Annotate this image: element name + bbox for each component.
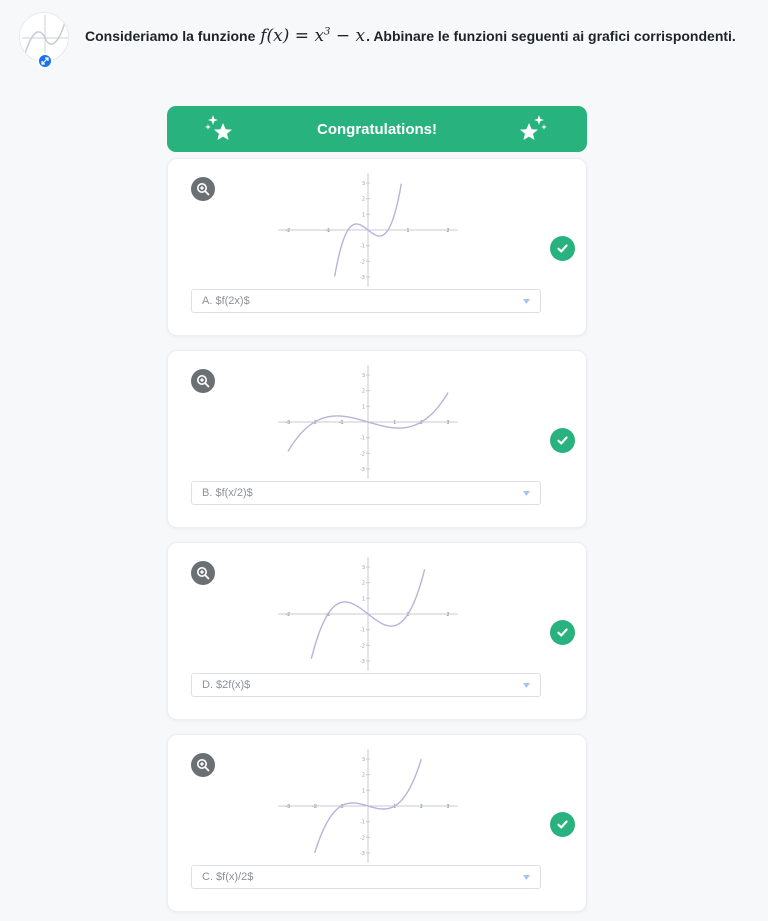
x-tick-label: -2 bbox=[286, 612, 291, 618]
zoom-in-button[interactable] bbox=[191, 753, 215, 777]
chevron-down-icon bbox=[523, 491, 530, 496]
y-tick-label: -3 bbox=[360, 275, 365, 281]
graph-card: -3 -2 -1 1 2 3 3 2 1 -1 -2 -3 B. $f(x/2)$ bbox=[167, 350, 587, 528]
y-tick-label: 1 bbox=[362, 212, 365, 218]
y-tick-label: -1 bbox=[360, 436, 365, 442]
y-tick-label: -2 bbox=[360, 835, 365, 841]
function-graph: -2 -1 1 2 3 2 1 -1 -2 -3 bbox=[278, 173, 458, 287]
x-tick-label: 2 bbox=[446, 228, 449, 234]
x-tick-label: 3 bbox=[446, 804, 449, 810]
x-tick-label: -2 bbox=[286, 228, 291, 234]
y-tick-label: 3 bbox=[362, 757, 365, 763]
function-select[interactable]: C. $f(x)/2$ bbox=[191, 865, 541, 889]
correct-check-icon bbox=[550, 620, 575, 645]
chevron-down-icon bbox=[523, 299, 530, 304]
zoom-in-button[interactable] bbox=[191, 561, 215, 585]
question-text: Consideriamo la funzione f(x) = x3 − x. … bbox=[85, 26, 736, 46]
x-tick-label: -1 bbox=[326, 228, 331, 234]
graph-card: -3 -2 -1 1 2 3 3 2 1 -1 -2 -3 C. $f(x)/2$ bbox=[167, 734, 587, 912]
function-select[interactable]: B. $f(x/2)$ bbox=[191, 481, 541, 505]
correct-check-icon bbox=[550, 236, 575, 261]
y-tick-label: 2 bbox=[362, 581, 365, 587]
function-graph: -2 -1 1 2321-1-2-3 bbox=[278, 557, 458, 671]
function-formula: f(x) = x3 − x bbox=[260, 26, 365, 46]
x-tick-label: 2 bbox=[446, 612, 449, 618]
y-tick-label: 1 bbox=[362, 404, 365, 410]
y-tick-label: 2 bbox=[362, 773, 365, 779]
y-tick-label: 3 bbox=[362, 565, 365, 571]
x-tick-label: 2 bbox=[420, 804, 423, 810]
select-value: D. $2f(x)$ bbox=[202, 679, 251, 691]
graph-card: -2 -1 1 2 3 2 1 -1 -2 -3 D. $2f(x)$ bbox=[167, 542, 587, 720]
question-suffix: . Abbinare le funzioni seguenti ai grafi… bbox=[366, 28, 736, 44]
sparkle-star-icon bbox=[205, 115, 232, 140]
y-tick-label: -1 bbox=[360, 820, 365, 826]
sparkle-star-icon bbox=[520, 115, 547, 140]
congratulations-banner: Congratulations! bbox=[167, 106, 587, 152]
magnifier-plus-icon bbox=[197, 375, 210, 388]
select-value: A. $f(2x)$ bbox=[202, 295, 250, 307]
x-tick-label: 1 bbox=[406, 228, 409, 234]
x-tick-label: 1 bbox=[393, 420, 396, 426]
expand-icon[interactable] bbox=[37, 53, 53, 69]
x-tick-label: 3 bbox=[446, 420, 449, 426]
formula-rhs: − x bbox=[330, 26, 366, 46]
zoom-in-button[interactable] bbox=[191, 177, 215, 201]
y-tick-label: -2 bbox=[360, 643, 365, 649]
magnifier-plus-icon bbox=[197, 183, 210, 196]
graph-card: -2 -1 1 2 3 2 1 -1 -2 -3 A. $f(2x)$ bbox=[167, 158, 587, 336]
y-tick-label: -3 bbox=[360, 467, 365, 473]
y-tick-label: -3 bbox=[360, 851, 365, 857]
chevron-down-icon bbox=[523, 683, 530, 688]
y-tick-label: 3 bbox=[362, 181, 365, 187]
y-tick-label: -1 bbox=[360, 628, 365, 634]
y-tick-label: 2 bbox=[362, 389, 365, 395]
function-select[interactable]: A. $f(2x)$ bbox=[191, 289, 541, 313]
x-tick-label: -1 bbox=[339, 420, 344, 426]
select-value: C. $f(x)/2$ bbox=[202, 871, 254, 883]
zoom-in-button[interactable] bbox=[191, 369, 215, 393]
x-tick-label: -3 bbox=[286, 420, 291, 426]
y-tick-label: 1 bbox=[362, 596, 365, 602]
y-tick-label: 3 bbox=[362, 373, 365, 379]
magnifier-plus-icon bbox=[197, 567, 210, 580]
y-tick-label: -1 bbox=[360, 244, 365, 250]
function-graph: -3 -2 -1 1 2 3321-1-2-3 bbox=[278, 365, 458, 479]
question-prefix: Consideriamo la funzione bbox=[85, 28, 256, 44]
y-tick-label: -2 bbox=[360, 259, 365, 265]
y-tick-label: 1 bbox=[362, 788, 365, 794]
y-tick-label: -2 bbox=[360, 451, 365, 457]
correct-check-icon bbox=[550, 812, 575, 837]
select-value: B. $f(x/2)$ bbox=[202, 487, 253, 499]
function-graph: -3 -2 -1 1 2 3321-1-2-3 bbox=[278, 749, 458, 863]
x-tick-label: -3 bbox=[286, 804, 291, 810]
formula-lhs: f(x) = x bbox=[260, 26, 325, 46]
magnifier-plus-icon bbox=[197, 759, 210, 772]
correct-check-icon bbox=[550, 428, 575, 453]
chevron-down-icon bbox=[523, 875, 530, 880]
y-tick-label: 2 bbox=[362, 197, 365, 203]
x-tick-label: -2 bbox=[312, 804, 317, 810]
function-select[interactable]: D. $2f(x)$ bbox=[191, 673, 541, 697]
question-header: Consideriamo la funzione f(x) = x3 − x. … bbox=[0, 0, 768, 80]
banner-title: Congratulations! bbox=[317, 120, 437, 138]
y-tick-label: -3 bbox=[360, 659, 365, 665]
